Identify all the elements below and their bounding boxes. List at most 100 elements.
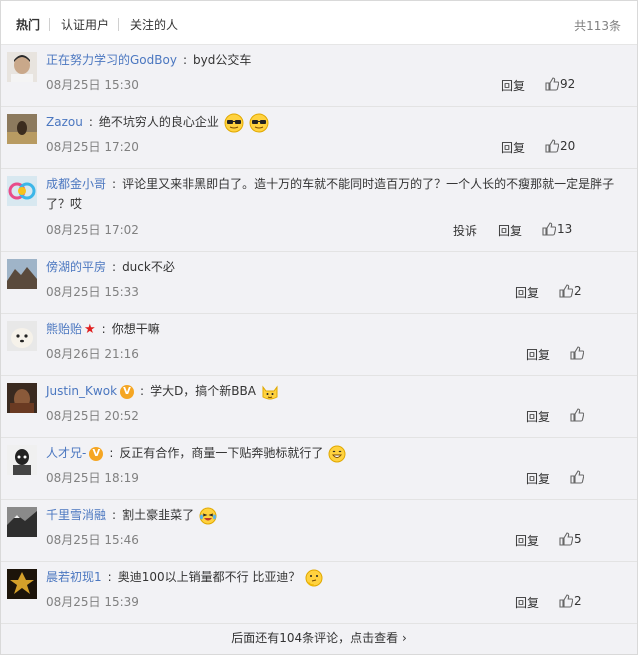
comment-username[interactable]: 傍湖的平房	[46, 260, 106, 274]
comment-date: 08月25日 20:52	[46, 409, 139, 423]
thumbs-up-icon	[570, 469, 585, 484]
reply-button[interactable]: 回复	[526, 470, 550, 487]
avatar[interactable]	[7, 176, 37, 206]
like-button[interactable]: 20	[545, 138, 575, 153]
tab-following[interactable]: 关注的人	[130, 17, 178, 33]
comment-item: Justin_Kwok V: 学大D，搞个新BBA 08月25日 20:52 回复	[1, 376, 637, 438]
comment-colon: :	[109, 446, 114, 460]
comment-text: 奥迪100以上销量都不行 比亚迪？	[117, 570, 301, 584]
comment-item: Zazou: 绝不坑穷人的良心企业 08月25日 17:20 回复 20	[1, 107, 637, 169]
thumbs-up-icon	[545, 138, 560, 153]
comment-body: 熊贻贻 ★: 你想干嘛	[46, 319, 625, 340]
verified-badge-icon: V	[120, 384, 135, 399]
tab-verified-users[interactable]: 认证用户	[61, 17, 109, 33]
comment-date: 08月25日 15:33	[46, 285, 139, 299]
comment-actions: 回复	[493, 407, 613, 425]
comment-text: 学大D，搞个新BBA	[150, 384, 256, 398]
thumbs-up-icon	[542, 221, 557, 236]
reply-button[interactable]: 回复	[526, 346, 550, 363]
like-count: 5	[574, 531, 582, 546]
comment-date: 08月25日 15:46	[46, 533, 139, 547]
avatar[interactable]	[7, 383, 37, 413]
comment-username[interactable]: Justin_Kwok	[46, 384, 117, 398]
comment-colon: :	[101, 322, 106, 336]
comment-username[interactable]: 成都金小哥	[46, 177, 106, 191]
red-star-badge-icon: ★	[84, 321, 96, 337]
avatar[interactable]	[7, 569, 37, 599]
cool-face-emoji	[224, 113, 244, 132]
thumbs-up-icon	[559, 283, 574, 298]
reply-button[interactable]: 回复	[501, 77, 525, 94]
tab-hot[interactable]: 热门	[16, 17, 40, 33]
like-button[interactable]: 2	[559, 593, 582, 608]
like-button[interactable]	[570, 407, 585, 422]
comment-item: 正在努力学习的GodBoy: byd公交车 08月25日 15:30 回复 92	[1, 45, 637, 107]
comment-username[interactable]: Zazou	[46, 115, 83, 129]
thumbs-up-icon	[559, 593, 574, 608]
comment-body: 傍湖的平房: duck不必	[46, 257, 625, 277]
comment-actions: 回复	[493, 345, 613, 363]
verified-badge-icon: V	[89, 446, 104, 461]
like-button[interactable]	[570, 345, 585, 360]
reply-button[interactable]: 回复	[515, 594, 539, 611]
thumbs-up-icon	[570, 345, 585, 360]
comment-item: 晨若初现1: 奥迪100以上销量都不行 比亚迪？ 08月25日 15:39 回复 …	[1, 562, 637, 624]
comment-body: 千里雪消融: 割土豪韭菜了	[46, 505, 625, 525]
avatar[interactable]	[7, 507, 37, 537]
comment-date: 08月26日 21:16	[46, 347, 139, 361]
reply-button[interactable]: 回复	[515, 532, 539, 549]
comment-date: 08月25日 15:39	[46, 595, 139, 609]
like-button[interactable]: 2	[559, 283, 582, 298]
comment-actions: 回复	[493, 469, 613, 487]
like-button[interactable]: 13	[542, 221, 572, 236]
comments-panel: 热门 认证用户 关注的人 共113条 正在努力学习的GodBoy: byd公交车 …	[0, 0, 638, 655]
comment-text: duck不必	[122, 260, 175, 274]
like-button[interactable]	[570, 469, 585, 484]
comment-tabs: 热门 认证用户 关注的人 共113条	[1, 1, 637, 45]
comment-item: 熊贻贻 ★: 你想干嘛 08月26日 21:16 回复	[1, 314, 637, 376]
comment-text: 评论里又来非黑即白了。造十万的车就不能同时造百万的了？一个人长的不瘦那就一定是胖…	[46, 177, 615, 211]
comment-username[interactable]: 正在努力学习的GodBoy	[46, 53, 177, 67]
comment-username[interactable]: 人才兄-	[46, 446, 86, 460]
comment-actions: 回复 92	[493, 76, 613, 94]
comment-body: 正在努力学习的GodBoy: byd公交车	[46, 50, 625, 70]
comment-date: 08月25日 18:19	[46, 471, 139, 485]
thumbs-up-icon	[570, 407, 585, 422]
reply-button[interactable]: 回复	[515, 284, 539, 301]
comment-actions: 回复 5	[493, 531, 613, 549]
thumbs-up-icon	[545, 76, 560, 91]
avatar[interactable]	[7, 445, 37, 475]
avatar[interactable]	[7, 52, 37, 82]
load-more-comments-link[interactable]: 后面还有104条评论，点击查看 ›	[1, 621, 637, 655]
comment-total-count: 共113条	[574, 19, 621, 33]
comment-body: Justin_Kwok V: 学大D，搞个新BBA	[46, 381, 625, 401]
comment-text: 你想干嘛	[111, 322, 160, 336]
thinking-face-emoji	[305, 569, 323, 586]
reply-button[interactable]: 回复	[526, 408, 550, 425]
comment-colon: :	[112, 260, 117, 274]
comment-text: 反正有合作，商量一下贴奔驰标就行了	[119, 446, 324, 460]
comment-date: 08月25日 17:02	[46, 223, 139, 237]
comment-actions: 回复 2	[493, 283, 613, 301]
like-count: 92	[560, 76, 576, 91]
comment-username[interactable]: 熊贻贻	[46, 322, 82, 336]
reply-button[interactable]: 回复	[501, 139, 525, 156]
like-button[interactable]: 5	[559, 531, 582, 546]
comment-text: 绝不坑穷人的良心企业	[98, 115, 219, 129]
like-count: 2	[574, 283, 582, 298]
avatar[interactable]	[7, 259, 37, 289]
reply-button[interactable]: 回复	[498, 222, 522, 239]
avatar[interactable]	[7, 114, 37, 144]
comment-item: 人才兄- V: 反正有合作，商量一下贴奔驰标就行了 08月25日 18:19 回复	[1, 438, 637, 500]
comment-username[interactable]: 千里雪消融	[46, 508, 106, 522]
comment-date: 08月25日 17:20	[46, 140, 139, 154]
comment-username[interactable]: 晨若初现1	[46, 570, 102, 584]
like-button[interactable]: 92	[545, 76, 575, 91]
like-count: 13	[557, 221, 573, 236]
comment-body: 晨若初现1: 奥迪100以上销量都不行 比亚迪？	[46, 567, 625, 587]
report-button[interactable]: 投诉	[453, 222, 477, 239]
cool-face-emoji	[249, 113, 269, 132]
avatar[interactable]	[7, 321, 37, 351]
comment-colon: :	[112, 508, 117, 522]
comment-body: 人才兄- V: 反正有合作，商量一下贴奔驰标就行了	[46, 443, 625, 463]
